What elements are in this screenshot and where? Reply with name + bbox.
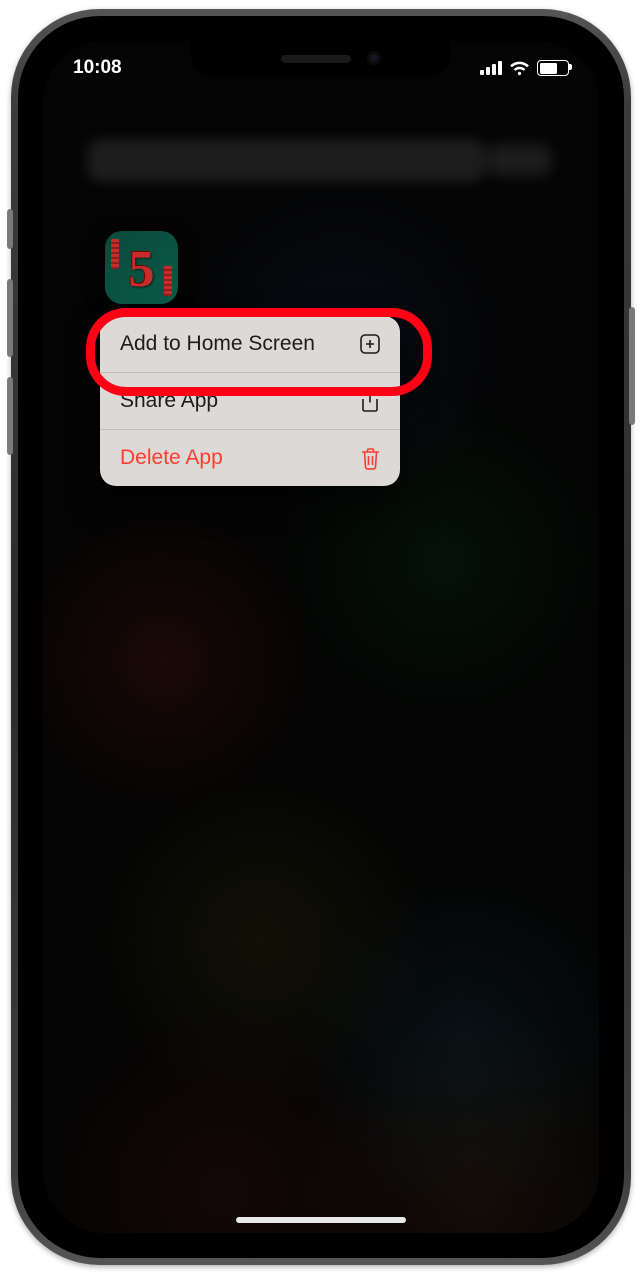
cellular-icon	[480, 61, 502, 75]
menu-item-add-to-home[interactable]: Add to Home Screen	[100, 316, 400, 372]
search-field-blurred	[87, 139, 485, 182]
dim-overlay	[43, 41, 599, 1233]
plus-square-icon	[358, 332, 382, 356]
share-icon	[358, 389, 382, 413]
cancel-button-blurred	[487, 144, 551, 176]
menu-item-share-app[interactable]: Share App	[100, 372, 400, 429]
volume-up-btn	[7, 279, 13, 357]
wifi-icon	[509, 61, 530, 76]
screen: 10:08	[43, 41, 599, 1233]
menu-item-label: Delete App	[120, 446, 223, 470]
trash-icon	[358, 446, 382, 470]
context-menu: Add to Home Screen Share App	[100, 316, 400, 486]
volume-down-btn	[7, 377, 13, 455]
status-bar: 10:08	[43, 53, 599, 83]
app-icon[interactable]: 5	[105, 231, 178, 304]
app-icon-decoration	[164, 266, 172, 296]
phone-frame: 10:08	[11, 9, 631, 1265]
battery-icon	[537, 60, 569, 76]
home-indicator[interactable]	[236, 1217, 406, 1223]
status-right	[480, 60, 569, 76]
menu-item-delete-app[interactable]: Delete App	[100, 429, 400, 486]
menu-item-label: Share App	[120, 389, 218, 413]
phone-bezel: 10:08	[18, 16, 624, 1258]
status-time: 10:08	[73, 57, 122, 79]
power-button	[629, 307, 635, 425]
mute-switch	[7, 209, 13, 249]
menu-item-label: Add to Home Screen	[120, 332, 315, 356]
app-icon-glyph: 5	[129, 244, 155, 296]
app-icon-decoration	[111, 239, 119, 269]
